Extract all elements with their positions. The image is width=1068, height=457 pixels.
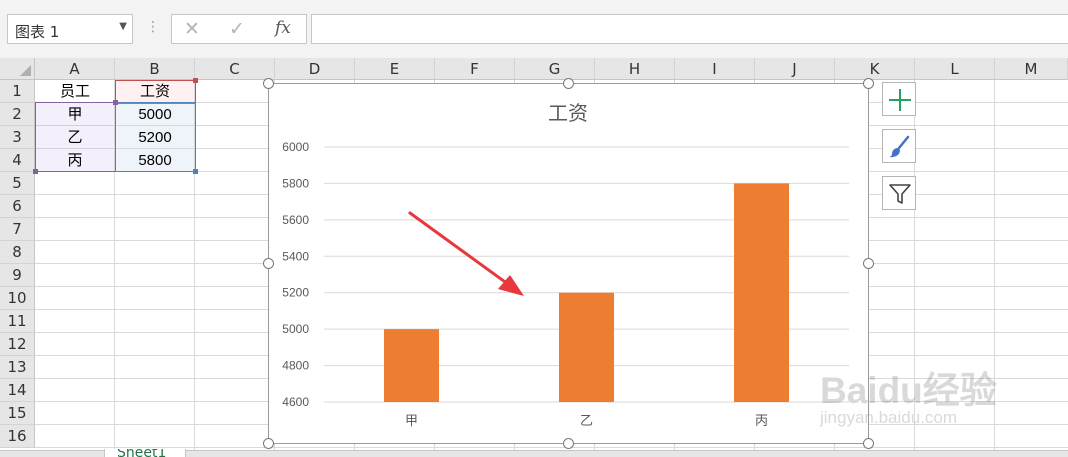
bar-1[interactable] (384, 329, 439, 402)
column-header-e[interactable]: E (355, 58, 435, 80)
x-category-label: 甲 (405, 414, 418, 429)
chart-elements-button[interactable] (882, 82, 916, 116)
row-header-7[interactable]: 7 (0, 218, 35, 241)
formula-input[interactable] (311, 14, 1068, 44)
x-category-label: 丙 (755, 414, 768, 429)
cell-b1[interactable]: 工资 (115, 80, 195, 103)
chart-object[interactable]: 工资 4600 4800 5000 5200 5400 5600 5800 6000 甲 乙 丙 (268, 83, 869, 444)
column-header-a[interactable]: A (35, 58, 115, 80)
column-header-c[interactable]: C (195, 58, 275, 80)
row-header-16[interactable]: 16 (0, 425, 35, 448)
column-header-l[interactable]: L (915, 58, 995, 80)
cell-a2[interactable]: 甲 (35, 103, 115, 126)
brush-icon (889, 135, 910, 158)
formula-bar: 图表 1 ▼ ⋮ ✕ ✓ fx (0, 6, 1068, 58)
resize-handle-bottom-left[interactable] (263, 438, 274, 449)
row-header-1[interactable]: 1 (0, 80, 35, 103)
resize-handle-top[interactable] (563, 78, 574, 89)
annotation-arrow-icon (408, 211, 524, 296)
watermark-logo: Baidu经验 (820, 370, 997, 411)
filter-icon (889, 184, 911, 204)
resize-handle-right[interactable] (863, 258, 874, 269)
name-box-value: 图表 1 (15, 23, 60, 41)
row-header-2[interactable]: 2 (0, 103, 35, 126)
column-header-j[interactable]: J (755, 58, 835, 80)
row-header-4[interactable]: 4 (0, 149, 35, 172)
bar-chart: 工资 4600 4800 5000 5200 5400 5600 5800 6000 甲 乙 丙 (282, 101, 849, 429)
plus-icon (889, 89, 911, 111)
column-header-g[interactable]: G (515, 58, 595, 80)
cancel-icon[interactable]: ✕ (184, 18, 200, 40)
column-header-m[interactable]: M (995, 58, 1068, 80)
y-axis-ticks: 4600 4800 5000 5200 5400 5600 5800 6000 (282, 140, 309, 409)
resize-handle-top-right[interactable] (863, 78, 874, 89)
formula-buttons: ✕ ✓ fx (171, 14, 307, 44)
x-category-label: 乙 (580, 414, 593, 429)
y-tick-label: 5800 (282, 176, 309, 190)
row-header-12[interactable]: 12 (0, 333, 35, 356)
row-header-10[interactable]: 10 (0, 287, 35, 310)
column-header-b[interactable]: B (115, 58, 195, 80)
row-header-8[interactable]: 8 (0, 241, 35, 264)
row-header-5[interactable]: 5 (0, 172, 35, 195)
bar-2[interactable] (559, 292, 614, 402)
watermark-url: jingyan.baidu.com (820, 408, 958, 427)
check-icon[interactable]: ✓ (229, 18, 245, 40)
chart-title[interactable]: 工资 (548, 101, 588, 125)
y-tick-label: 5200 (282, 286, 309, 300)
y-tick-label: 5000 (282, 322, 309, 336)
sheet-tab[interactable]: Sheet1 (104, 449, 186, 457)
y-tick-label: 6000 (282, 140, 309, 154)
select-all-icon (20, 65, 31, 76)
resize-handle-left[interactable] (263, 258, 274, 269)
y-tick-label: 4600 (282, 395, 309, 409)
cell-a3[interactable]: 乙 (35, 126, 115, 149)
chart-filters-button[interactable] (882, 176, 916, 210)
column-header-i[interactable]: I (675, 58, 755, 80)
cell-a1[interactable]: 员工 (35, 80, 115, 103)
resize-handle-top-left[interactable] (263, 78, 274, 89)
row-header-3[interactable]: 3 (0, 126, 35, 149)
column-header-k[interactable]: K (835, 58, 915, 80)
bar-3[interactable] (734, 183, 789, 402)
resize-handle-bottom[interactable] (563, 438, 574, 449)
function-icon[interactable]: fx (275, 18, 291, 38)
cell-b3[interactable]: 5200 (115, 126, 195, 149)
column-header-d[interactable]: D (275, 58, 355, 80)
x-axis-labels: 甲乙丙 (405, 414, 768, 429)
cell-a4[interactable]: 丙 (35, 149, 115, 172)
drag-handle-icon[interactable]: ⋮ (146, 19, 160, 35)
resize-handle-bottom-right[interactable] (863, 438, 874, 449)
cell-b2[interactable]: 5000 (115, 103, 195, 126)
row-header-13[interactable]: 13 (0, 356, 35, 379)
chevron-down-icon[interactable]: ▼ (119, 21, 127, 32)
select-all-corner[interactable] (0, 58, 35, 80)
chart-styles-button[interactable] (882, 129, 916, 163)
cell-b4[interactable]: 5800 (115, 149, 195, 172)
row-header-6[interactable]: 6 (0, 195, 35, 218)
y-tick-label: 4800 (282, 359, 309, 373)
y-tick-label: 5400 (282, 249, 309, 263)
row-header-9[interactable]: 9 (0, 264, 35, 287)
watermark: Baidu经验 jingyan.baidu.com (820, 348, 1060, 438)
column-header-f[interactable]: F (435, 58, 515, 80)
column-header-h[interactable]: H (595, 58, 675, 80)
row-header-11[interactable]: 11 (0, 310, 35, 333)
sheet-tab-label: Sheet1 (117, 449, 167, 457)
row-header-15[interactable]: 15 (0, 402, 35, 425)
name-box[interactable]: 图表 1 ▼ (7, 14, 133, 44)
row-header-14[interactable]: 14 (0, 379, 35, 402)
y-tick-label: 5600 (282, 213, 309, 227)
